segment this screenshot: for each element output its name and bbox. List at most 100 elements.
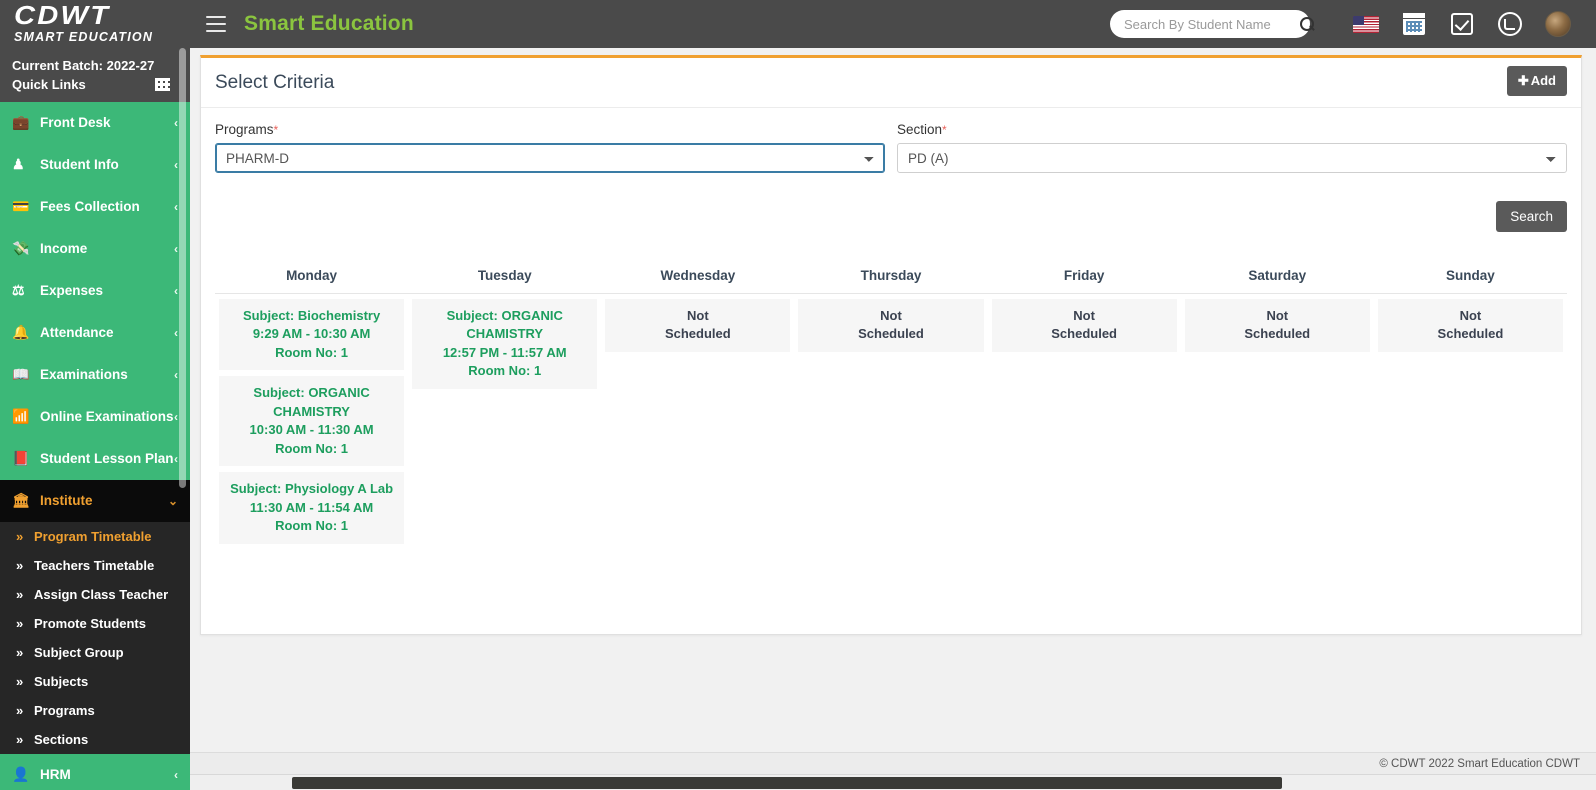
required-marker: * [273,123,279,137]
chevron-left-icon: ‹ [174,767,178,782]
sidebar-subitem-subjects[interactable]: » Subjects [0,667,190,696]
timetable-cell-saturday: Not Scheduled [1181,294,1374,550]
double-chevron-icon: » [16,644,24,660]
day-header-monday: Monday [215,262,409,294]
day-header-tuesday: Tuesday [408,262,602,294]
sidebar-item-label: Examinations [40,367,128,383]
slot-room: Room No: 1 [468,363,542,379]
timetable-cell-monday: Subject: Biochemistry 9:29 AM - 10:30 AM… [215,294,408,550]
not-scheduled-line1: Not [880,308,902,323]
sidebar-subitem-label: Promote Students [34,615,146,631]
timetable: Monday Tuesday Wednesday Thursday Friday… [215,262,1567,550]
not-scheduled-line2: Scheduled [1244,326,1311,342]
slot-time: 9:29 AM - 10:30 AM [252,326,371,342]
sidebar-subitem-label: Program Timetable [34,528,152,544]
timetable-slot[interactable]: Subject: ORGANIC CHAMISTRY 10:30 AM - 11… [219,376,405,467]
not-scheduled-line1: Not [1266,308,1289,323]
sidebar-item-fees-collection[interactable]: 💳 Fees Collection ‹ [0,186,190,228]
plus-icon: ✚ [1517,73,1529,88]
sidebar-item-student-info[interactable]: ♟ Student Info ‹ [0,144,190,186]
sidebar-subitem-programs[interactable]: » Programs [0,696,190,725]
sidebar-item-label: Online Examinations [40,409,174,425]
current-batch-label: Current Batch: 2022-27 [12,58,155,73]
timetable-slot[interactable]: Subject: Biochemistry 9:29 AM - 10:30 AM… [219,299,405,371]
whatsapp-icon[interactable] [1486,0,1534,48]
app-logo[interactable]: CDWT SMART EDUCATION [0,0,190,48]
card-icon: 💳 [12,198,30,215]
day-header-sunday: Sunday [1373,262,1567,294]
sidebar-scrollbar-thumb[interactable] [179,48,186,488]
sidebar-subitem-label: Teachers Timetable [34,557,155,573]
slot-room: Room No: 1 [275,344,349,360]
horizontal-scrollbar[interactable] [0,774,1596,790]
sidebar-item-label: Fees Collection [40,199,140,215]
sidebar-subitem-subject-group[interactable]: » Subject Group [0,638,190,667]
timetable-slot-empty: Not Scheduled [1377,299,1563,352]
programs-label: Programs* [215,122,885,137]
people-icon: 👤 [12,766,30,783]
timetable-cell-thursday: Not Scheduled [794,294,987,550]
quick-links-row[interactable]: Quick Links [12,77,178,92]
slot-room: Room No: 1 [275,518,349,534]
programs-label-text: Programs [215,122,274,137]
sidebar-item-hrm[interactable]: 👤 HRM ‹ [0,754,190,790]
search-icon[interactable] [1300,16,1315,32]
slot-time: 12:57 PM - 11:57 AM [442,344,567,360]
search-input[interactable] [1124,16,1300,32]
sidebar-item-front-desk[interactable]: 💼 Front Desk ‹ [0,102,190,144]
chevron-left-icon: ‹ [174,451,178,466]
top-header: CDWT SMART EDUCATION Smart Education [0,0,1596,48]
sidebar-subitem-teachers-timetable[interactable]: » Teachers Timetable [0,551,190,580]
horizontal-scrollbar-thumb[interactable] [292,777,1282,789]
day-header-saturday: Saturday [1180,262,1374,294]
flag-icon[interactable] [1342,0,1390,48]
section-select[interactable]: PD (A) [897,143,1567,173]
programs-field-group: Programs* PHARM-D [215,122,885,173]
sidebar-subitem-label: Programs [34,702,95,718]
sidebar-subitem-program-timetable[interactable]: » Program Timetable [0,522,190,551]
sidebar-item-income[interactable]: 💸 Income ‹ [0,228,190,270]
search-box[interactable] [1110,10,1314,38]
add-button[interactable]: ✚ Add [1506,66,1567,96]
visa-icon: 💸 [12,240,30,257]
sidebar-item-student-lesson-plan[interactable]: 📕 Student Lesson Plan ‹ [0,438,190,480]
programs-select[interactable]: PHARM-D [215,143,885,173]
double-chevron-icon: » [16,528,24,544]
double-chevron-icon: » [16,586,24,602]
logo-text-sub: SMART EDUCATION [14,29,154,44]
scale-icon: ⚖ [12,282,25,299]
section-label-text: Section [897,122,943,137]
chevron-left-icon: ‹ [174,367,178,382]
timetable-slot[interactable]: Subject: Physiology A Lab 11:30 AM - 11:… [219,472,405,544]
sidebar-item-label: Front Desk [40,115,111,131]
not-scheduled-line1: Not [1459,308,1482,323]
add-button-label: Add [1530,73,1556,88]
footer: © CDWT 2022 Smart Education CDWT [190,752,1596,774]
chevron-left-icon: ‹ [174,283,178,298]
grid-icon[interactable] [155,77,170,91]
slot-time: 10:30 AM - 11:30 AM [249,422,374,438]
sidebar-item-examinations[interactable]: 📖 Examinations ‹ [0,354,190,396]
sidebar-item-label: Student Info [40,157,119,173]
notebook-icon: 📕 [12,450,30,467]
search-row: Search [201,173,1581,232]
sidebar-subitem-assign-class-teacher[interactable]: » Assign Class Teacher [0,580,190,609]
day-header-friday: Friday [987,262,1181,294]
slot-room: Room No: 1 [275,440,349,456]
section-field-group: Section* PD (A) [897,122,1567,173]
quick-links-label: Quick Links [12,76,86,92]
search-button[interactable]: Search [1496,201,1567,232]
sidebar-item-institute[interactable]: 🏛 Institute ⌄ [0,479,190,522]
sidebar-item-expenses[interactable]: ⚖ Expenses ‹ [0,270,190,312]
bank-icon: 🏛 [12,492,30,509]
sidebar-item-attendance[interactable]: 🔔 Attendance ‹ [0,312,190,354]
sidebar-subitem-sections[interactable]: » Sections [0,725,190,754]
sidebar-item-online-examinations[interactable]: 📶 Online Examinations ‹ [0,396,190,438]
institute-submenu: » Program Timetable » Teachers Timetable… [0,521,190,754]
timetable-slot[interactable]: Subject: ORGANIC CHAMISTRY 12:57 PM - 11… [412,299,598,389]
avatar[interactable] [1534,0,1582,48]
calendar-icon[interactable] [1390,0,1438,48]
checkbox-icon[interactable] [1438,0,1486,48]
sidebar-subitem-promote-students[interactable]: » Promote Students [0,609,190,638]
page-title: Smart Education [244,12,414,35]
